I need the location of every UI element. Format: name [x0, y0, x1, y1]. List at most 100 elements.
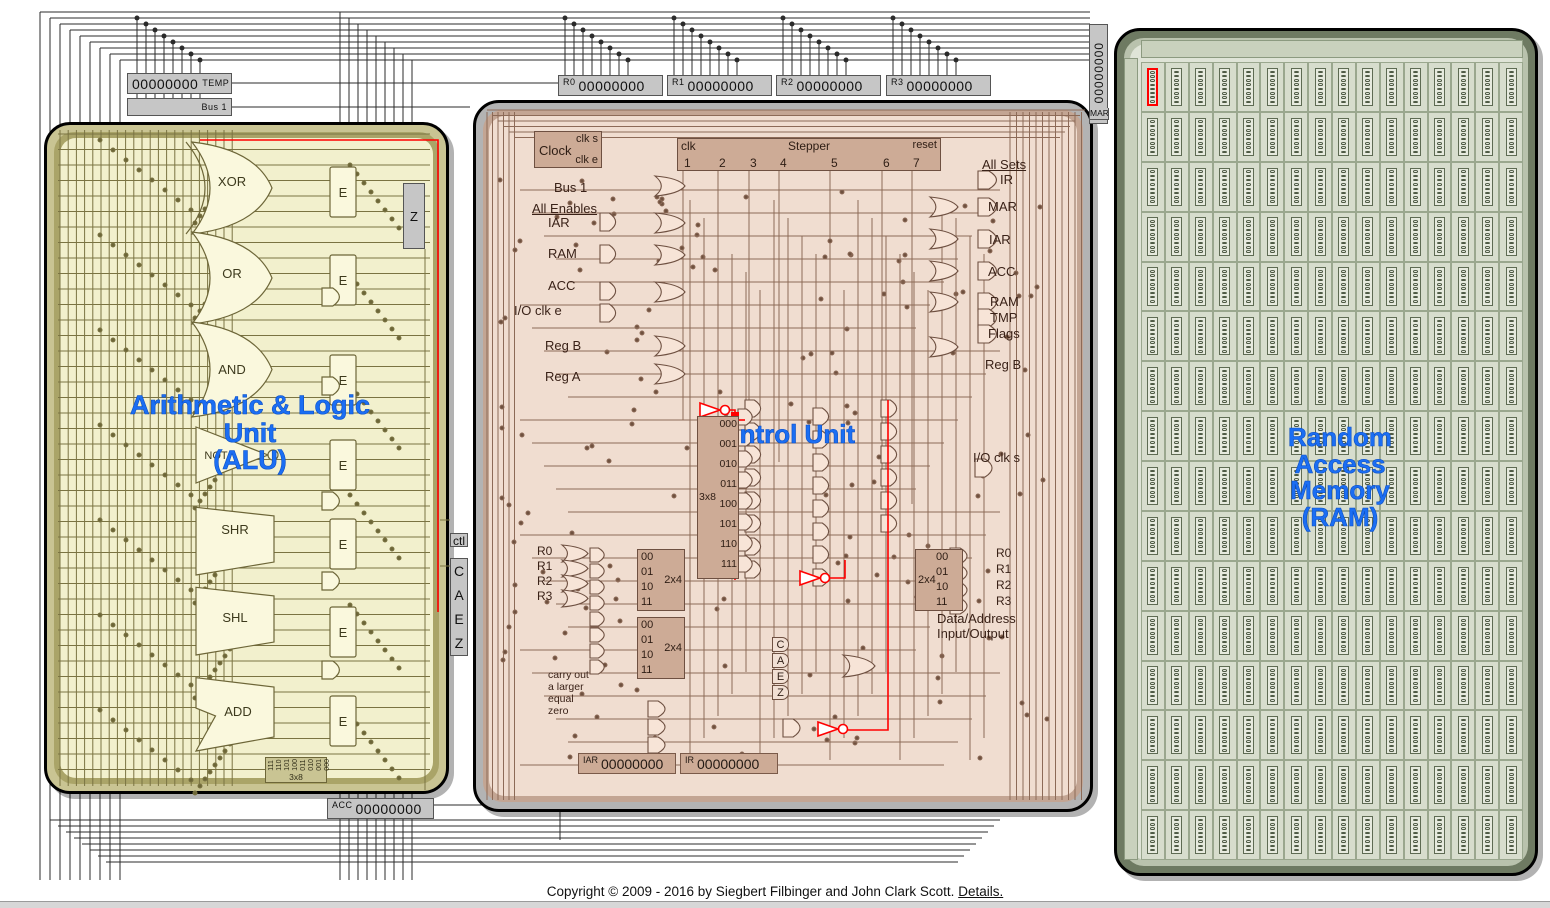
- ram-cell-r12-c3[interactable]: [1212, 660, 1237, 711]
- ram-cell-r13-c3[interactable]: [1212, 710, 1237, 761]
- ram-cell-r10-c9[interactable]: [1355, 560, 1380, 611]
- ram-cell-r2-c0[interactable]: [1141, 161, 1165, 212]
- ram-cell-r2-c5[interactable]: [1260, 161, 1285, 212]
- ram-cell-r15-c15[interactable]: [1499, 810, 1523, 860]
- ram-cell-r4-c7[interactable]: [1308, 261, 1332, 312]
- ram-cell-r14-c11[interactable]: [1403, 760, 1428, 811]
- ram-cell-r2-c11[interactable]: [1403, 161, 1428, 212]
- ram-cell-r4-c14[interactable]: [1475, 261, 1500, 312]
- ram-cell-r12-c12[interactable]: [1427, 660, 1452, 711]
- ram-cell-r14-c8[interactable]: [1332, 760, 1356, 811]
- ram-cell-r9-c6[interactable]: [1284, 510, 1309, 561]
- ram-cell-r1-c7[interactable]: [1308, 111, 1332, 162]
- ram-cell-r0-c2[interactable]: [1188, 62, 1213, 112]
- ram-cell-r2-c13[interactable]: [1451, 161, 1476, 212]
- r1-register[interactable]: R1 00000000: [667, 75, 772, 96]
- ram-cell-r1-c11[interactable]: [1403, 111, 1428, 162]
- ram-cell-r5-c10[interactable]: [1379, 311, 1404, 362]
- alu-flag-a[interactable]: A: [454, 587, 463, 603]
- ram-cell-r0-c9[interactable]: [1355, 62, 1380, 112]
- alu-flag-c[interactable]: C: [454, 563, 464, 579]
- ram-cell-r0-c5[interactable]: [1260, 62, 1285, 112]
- ram-cell-r7-c14[interactable]: [1475, 411, 1500, 461]
- ram-cell-r4-c11[interactable]: [1403, 261, 1428, 312]
- r3-register[interactable]: R3 00000000: [886, 75, 991, 96]
- ram-cell-r7-c5[interactable]: [1260, 411, 1285, 461]
- ram-cell-r8-c9[interactable]: [1355, 461, 1380, 511]
- ram-cell-r3-c0[interactable]: [1141, 211, 1165, 262]
- ram-cell-r2-c8[interactable]: [1332, 161, 1356, 212]
- ram-cell-r13-c5[interactable]: [1260, 710, 1285, 761]
- alu-flag-e[interactable]: E: [454, 611, 463, 627]
- ram-cell-r13-c6[interactable]: [1284, 710, 1309, 761]
- ram-cell-r3-c3[interactable]: [1212, 211, 1237, 262]
- cu-flag-c[interactable]: C: [772, 637, 789, 652]
- ram-cell-r9-c4[interactable]: [1236, 510, 1261, 561]
- ram-cell-r6-c13[interactable]: [1451, 361, 1476, 412]
- ram-cell-r6-c5[interactable]: [1260, 361, 1285, 412]
- ram-cell-r7-c10[interactable]: [1379, 411, 1404, 461]
- ram-cell-r14-c13[interactable]: [1451, 760, 1476, 811]
- ram-cell-r1-c4[interactable]: [1236, 111, 1261, 162]
- ram-cell-r0-c8[interactable]: [1332, 62, 1356, 112]
- ram-cell-r14-c14[interactable]: [1475, 760, 1500, 811]
- ram-cell-r13-c14[interactable]: [1475, 710, 1500, 761]
- ram-cell-r12-c11[interactable]: [1403, 660, 1428, 711]
- ram-cell-r6-c4[interactable]: [1236, 361, 1261, 412]
- ram-cell-r11-c5[interactable]: [1260, 610, 1285, 661]
- ram-cell-r13-c10[interactable]: [1379, 710, 1404, 761]
- ram-cell-r9-c14[interactable]: [1475, 510, 1500, 561]
- ram-cell-r5-c3[interactable]: [1212, 311, 1237, 362]
- ram-cell-r8-c14[interactable]: [1475, 461, 1500, 511]
- ram-cell-r11-c9[interactable]: [1355, 610, 1380, 661]
- ram-cell-r0-c13[interactable]: [1451, 62, 1476, 112]
- ram-cell-r8-c2[interactable]: [1188, 461, 1213, 511]
- ram-cell-r1-c2[interactable]: [1188, 111, 1213, 162]
- ram-cell-r11-c13[interactable]: [1451, 610, 1476, 661]
- ram-cell-r9-c10[interactable]: [1379, 510, 1404, 561]
- ram-cell-r9-c13[interactable]: [1451, 510, 1476, 561]
- ram-cell-r4-c15[interactable]: [1499, 261, 1523, 312]
- ram-cell-r13-c0[interactable]: [1141, 710, 1165, 761]
- ram-cell-r9-c11[interactable]: [1403, 510, 1428, 561]
- ram-cell-r15-c9[interactable]: [1355, 810, 1380, 860]
- ram-cell-r11-c3[interactable]: [1212, 610, 1237, 661]
- ram-cell-r11-c8[interactable]: [1332, 610, 1356, 661]
- ram-cell-r8-c8[interactable]: [1332, 461, 1356, 511]
- ram-cell-r11-c10[interactable]: [1379, 610, 1404, 661]
- ram-cell-r9-c2[interactable]: [1188, 510, 1213, 561]
- ram-cell-r10-c12[interactable]: [1427, 560, 1452, 611]
- ram-cell-r4-c8[interactable]: [1332, 261, 1356, 312]
- ram-cell-r12-c10[interactable]: [1379, 660, 1404, 711]
- ram-cell-r6-c7[interactable]: [1308, 361, 1332, 412]
- temp-register[interactable]: 00000000 TEMP: [127, 73, 232, 94]
- ram-cell-r10-c1[interactable]: [1164, 560, 1189, 611]
- ram-cell-r12-c5[interactable]: [1260, 660, 1285, 711]
- cu-flag-e[interactable]: E: [772, 669, 789, 684]
- ram-cell-r12-c1[interactable]: [1164, 660, 1189, 711]
- ram-cell-r15-c10[interactable]: [1379, 810, 1404, 860]
- ram-cell-r0-c3[interactable]: [1212, 62, 1237, 112]
- ram-cell-r6-c10[interactable]: [1379, 361, 1404, 412]
- ram-cell-r5-c13[interactable]: [1451, 311, 1476, 362]
- ram-cell-r15-c4[interactable]: [1236, 810, 1261, 860]
- ram-cell-r5-c2[interactable]: [1188, 311, 1213, 362]
- ram-cell-r12-c7[interactable]: [1308, 660, 1332, 711]
- ram-cell-r5-c8[interactable]: [1332, 311, 1356, 362]
- cu-flag-a[interactable]: A: [772, 653, 789, 668]
- ram-cell-r9-c15[interactable]: [1499, 510, 1523, 561]
- ram-cell-r8-c1[interactable]: [1164, 461, 1189, 511]
- ram-cell-r11-c12[interactable]: [1427, 610, 1452, 661]
- ram-cell-r12-c2[interactable]: [1188, 660, 1213, 711]
- ram-cell-r13-c9[interactable]: [1355, 710, 1380, 761]
- ram-cell-r2-c1[interactable]: [1164, 161, 1189, 212]
- ram-cell-r6-c14[interactable]: [1475, 361, 1500, 412]
- ram-cell-r12-c6[interactable]: [1284, 660, 1309, 711]
- ram-cell-r2-c12[interactable]: [1427, 161, 1452, 212]
- ram-cell-r9-c5[interactable]: [1260, 510, 1285, 561]
- ram-cell-r6-c8[interactable]: [1332, 361, 1356, 412]
- ram-cell-r11-c11[interactable]: [1403, 610, 1428, 661]
- ram-cell-r10-c8[interactable]: [1332, 560, 1356, 611]
- ram-cell-r1-c15[interactable]: [1499, 111, 1523, 162]
- ram-cell-r13-c13[interactable]: [1451, 710, 1476, 761]
